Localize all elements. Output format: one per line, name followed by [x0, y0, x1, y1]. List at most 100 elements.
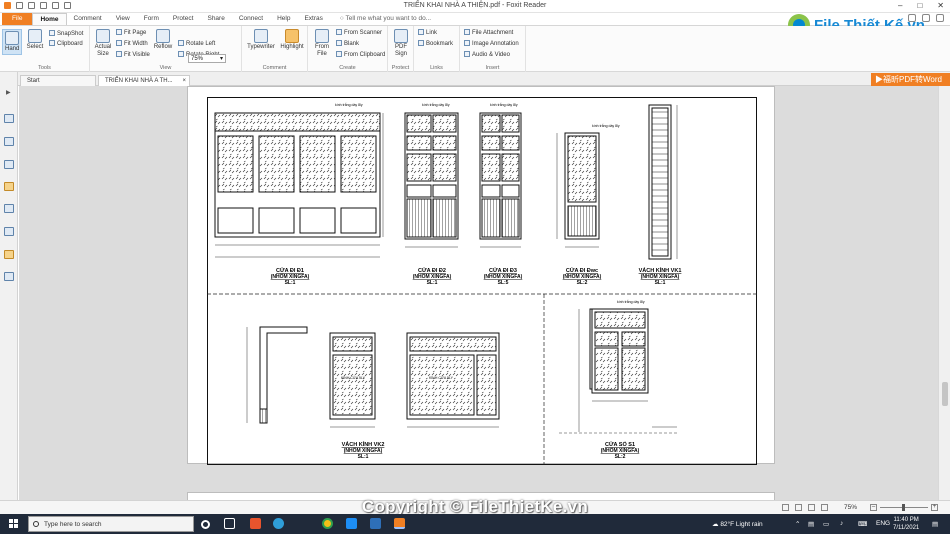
- comments-panel-icon[interactable]: [4, 182, 14, 191]
- clock-date: 7/11/2021: [893, 525, 920, 531]
- scrollbar-thumb[interactable]: [942, 382, 948, 406]
- panel-dwc-scale: SL:2: [577, 280, 588, 286]
- document-viewer[interactable]: kính trắng dày 8ly CỬA ĐI Đ1 (NHÔM XINGF…: [19, 86, 938, 502]
- menu-file[interactable]: File: [2, 13, 33, 25]
- chrome-icon[interactable]: [322, 518, 333, 529]
- menu-comment[interactable]: Comment: [67, 13, 109, 25]
- rotate-left-label: Rotate Left: [186, 41, 216, 47]
- cortana-icon[interactable]: [201, 520, 210, 529]
- create-group-label: Create: [339, 65, 356, 71]
- actual-size-button[interactable]: Actual Size: [92, 29, 114, 58]
- expand-arrow-icon[interactable]: ▶: [6, 89, 11, 96]
- select-button[interactable]: Select: [24, 29, 46, 51]
- view-group-label: View: [159, 65, 172, 71]
- fit-visible-button[interactable]: Fit Visible: [116, 51, 150, 59]
- foxit-reader-icon[interactable]: [394, 518, 405, 529]
- tab-start-label: Start: [27, 78, 40, 84]
- reflow-icon: [156, 29, 170, 43]
- task-view-icon[interactable]: [224, 518, 235, 529]
- tell-me-search[interactable]: ○ Tell me what you want to do...: [330, 13, 431, 25]
- signature-panel-icon[interactable]: [4, 227, 14, 236]
- panel-d1-title: CỬA ĐI Đ1: [276, 267, 304, 274]
- search-icon[interactable]: [936, 14, 944, 22]
- system-clock[interactable]: 11:40 PM 7/11/2021: [893, 516, 919, 532]
- volume-icon[interactable]: ♪: [840, 520, 843, 527]
- panel-d2-material: (NHÔM XINGFA): [413, 272, 452, 280]
- panel-vk1-material: (NHÔM XINGFA): [641, 272, 680, 280]
- menu-home[interactable]: Home: [32, 13, 67, 25]
- select-icon: [28, 29, 42, 43]
- tab-document[interactable]: TRIỂN KHAI NHÀ A TH... ×: [98, 75, 190, 86]
- door-dwc: [556, 132, 600, 248]
- menu-extras[interactable]: Extras: [297, 13, 329, 25]
- to-word-button[interactable]: ▶福昕PDF转Word: [871, 73, 950, 87]
- link-label: Link: [426, 30, 438, 36]
- notifications-icon[interactable]: ▤: [932, 520, 938, 528]
- panel-dwc-material: (NHÔM XINGFA): [563, 272, 602, 280]
- panel-vk2-scale: SL:1: [358, 454, 369, 460]
- close-icon[interactable]: ×: [182, 76, 186, 86]
- from-file-label: From File: [315, 44, 329, 57]
- highlight-button[interactable]: Highlight: [278, 29, 306, 51]
- tab-start[interactable]: Start: [20, 75, 96, 86]
- fit-width-button[interactable]: Fit Width: [116, 40, 148, 48]
- zalo-icon[interactable]: [346, 518, 357, 529]
- office-icon[interactable]: [250, 518, 261, 529]
- image-annotation-button[interactable]: Image Annotation: [464, 40, 519, 48]
- minimize-icon[interactable]: –: [898, 1, 902, 10]
- maximize-icon[interactable]: □: [917, 1, 922, 10]
- menu-view[interactable]: View: [109, 13, 137, 25]
- taskbar-search[interactable]: Type here to search: [28, 516, 194, 532]
- from-file-button[interactable]: From File: [311, 29, 333, 58]
- close-icon[interactable]: ✕: [937, 1, 944, 10]
- panel-s1-scale: SL:2: [615, 454, 626, 460]
- link-button[interactable]: Link: [418, 29, 437, 37]
- comment-group-label: Comment: [262, 65, 287, 71]
- tray-chevron-icon[interactable]: ⌃: [795, 520, 800, 528]
- menu-connect[interactable]: Connect: [232, 13, 270, 25]
- audio-video-button[interactable]: Audio & Video: [464, 51, 510, 59]
- menu-form[interactable]: Form: [137, 13, 166, 25]
- file-attachment-button[interactable]: File Attachment: [464, 29, 513, 37]
- edge-icon[interactable]: [273, 518, 284, 529]
- menu-help[interactable]: Help: [270, 13, 297, 25]
- revit-icon[interactable]: [370, 518, 381, 529]
- from-clipboard-button[interactable]: From Clipboard: [336, 51, 385, 59]
- chevron-down-icon: ▾: [219, 56, 223, 62]
- link-icon: [418, 29, 424, 35]
- layers-panel-icon[interactable]: [4, 160, 14, 169]
- weather-widget[interactable]: ☁ 82°F Light rain: [712, 520, 763, 528]
- network-icon[interactable]: ▤: [808, 520, 814, 528]
- snapshot-button[interactable]: SnapShot: [49, 30, 83, 38]
- blank-button[interactable]: Blank: [336, 40, 359, 48]
- rotate-left-button[interactable]: Rotate Left: [178, 40, 215, 48]
- menu-share[interactable]: Share: [200, 13, 231, 25]
- panel-vk2-title: VÁCH KÍNH VK2: [342, 440, 385, 448]
- actual-size-icon: [96, 29, 110, 43]
- vertical-scrollbar[interactable]: [938, 86, 950, 500]
- bookmarks-panel-icon[interactable]: [4, 114, 14, 123]
- fit-page-button[interactable]: Fit Page: [116, 29, 146, 37]
- reflow-button[interactable]: Reflow: [152, 29, 174, 51]
- battery-icon[interactable]: ▭: [823, 520, 829, 528]
- zoom-select[interactable]: 75% ▾: [188, 54, 226, 63]
- note-label-s1: kính trắng dày 8ly: [617, 299, 645, 304]
- pdf-sign-label: PDF Sign: [394, 44, 407, 57]
- attachments-panel-icon[interactable]: [4, 204, 14, 213]
- from-scanner-button[interactable]: From Scanner: [336, 29, 382, 37]
- from-clipboard-label: From Clipboard: [344, 52, 386, 58]
- keyboard-icon[interactable]: ⌨: [858, 520, 867, 528]
- tools-panel-icon[interactable]: [4, 272, 14, 281]
- bookmark-button[interactable]: Bookmark: [418, 40, 453, 48]
- to-word-label: 福昕PDF转Word: [883, 75, 942, 84]
- clipboard-button[interactable]: Clipboard: [49, 40, 83, 48]
- pages-panel-icon[interactable]: [4, 137, 14, 146]
- pdf-sign-button[interactable]: PDF Sign: [390, 29, 412, 58]
- hand-button[interactable]: Hand: [2, 29, 22, 55]
- security-lock-icon[interactable]: [4, 250, 14, 259]
- language-indicator[interactable]: ENG: [876, 520, 890, 527]
- taskbar-search-placeholder: Type here to search: [44, 521, 102, 528]
- typewriter-button[interactable]: Typewriter: [246, 29, 276, 51]
- windows-start-icon[interactable]: [9, 519, 19, 529]
- menu-protect[interactable]: Protect: [166, 13, 201, 25]
